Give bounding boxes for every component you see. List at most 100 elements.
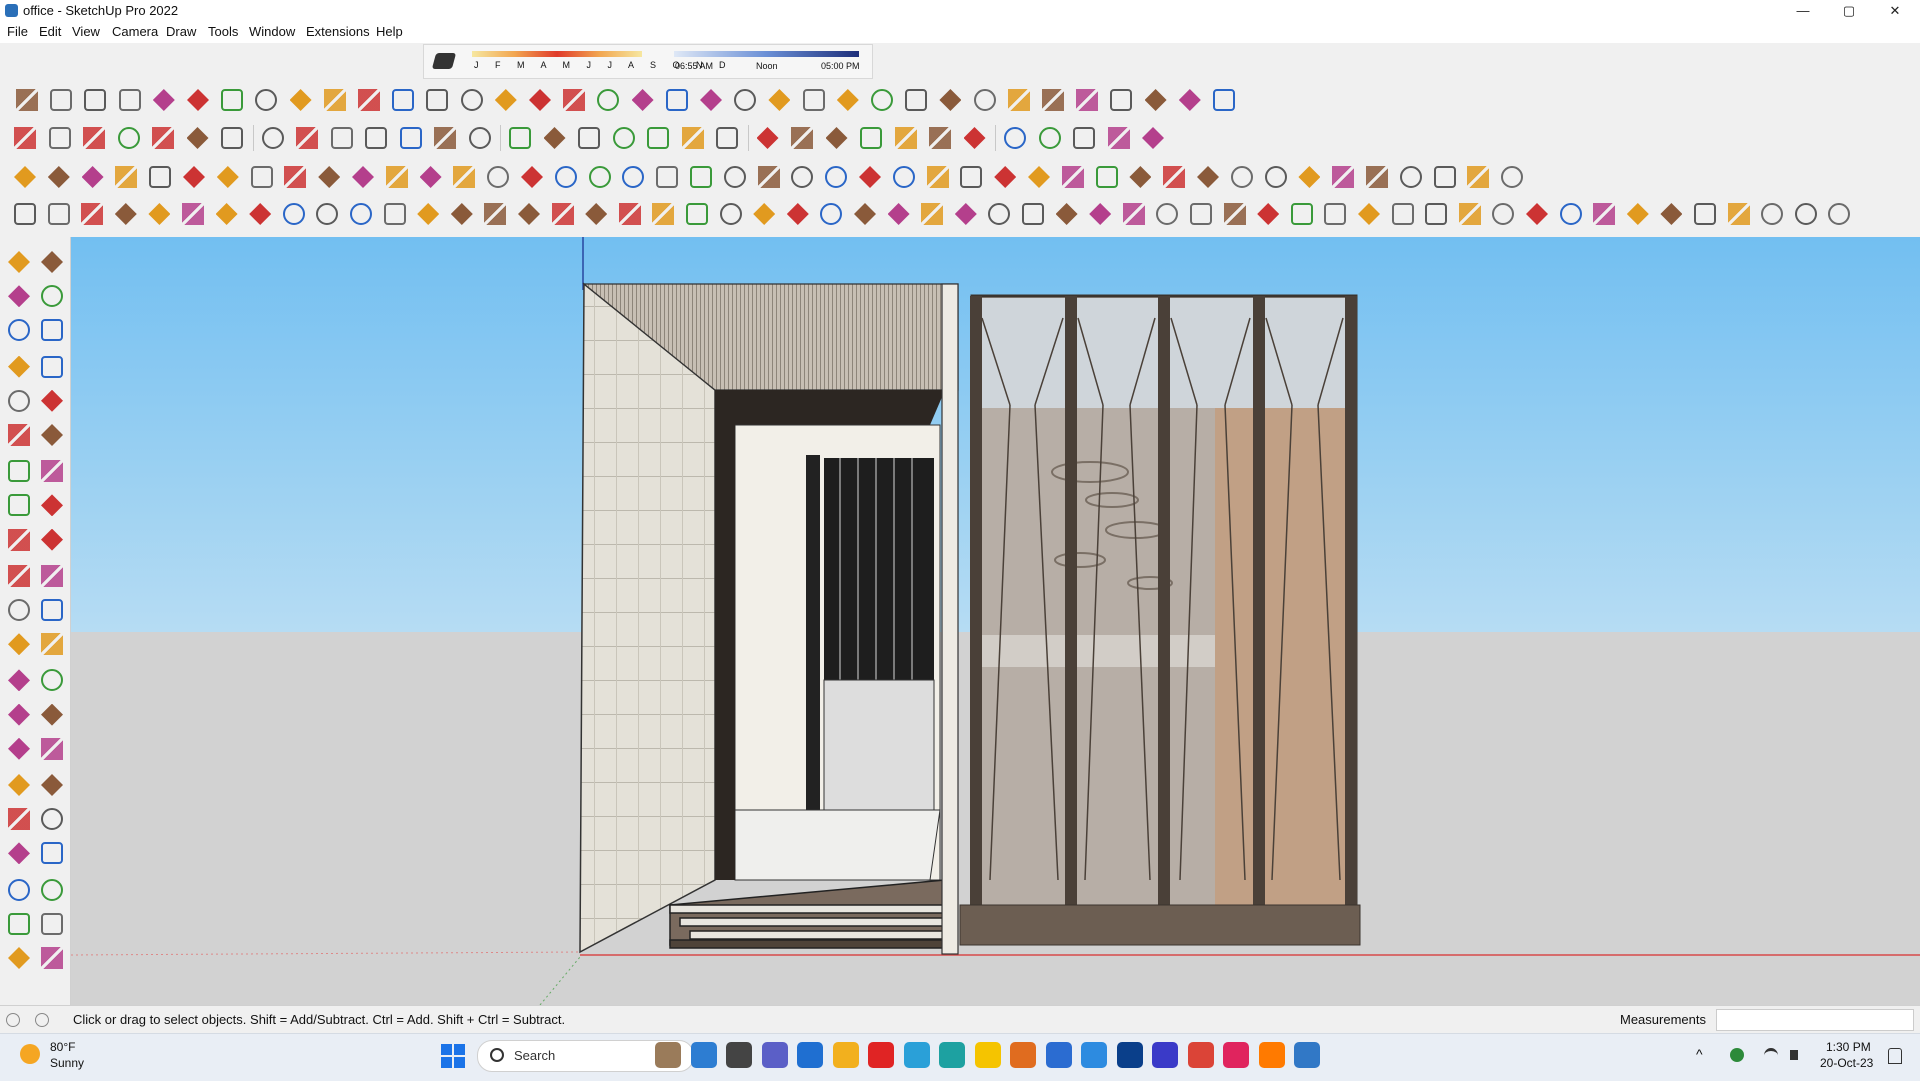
box-icon[interactable]	[1110, 89, 1133, 111]
cube2-icon[interactable]	[1458, 203, 1481, 225]
style-icon[interactable]	[756, 127, 779, 149]
front-view-icon[interactable]	[417, 203, 440, 225]
texture-icon[interactable]	[149, 166, 172, 188]
walk-icon[interactable]	[8, 842, 30, 865]
offset-icon[interactable]	[261, 127, 284, 149]
sofa-icon[interactable]	[1298, 166, 1321, 188]
photoshop-icon[interactable]	[1116, 1042, 1143, 1068]
text-icon[interactable]	[434, 127, 456, 149]
iso-view-icon[interactable]	[383, 203, 406, 225]
move-icon[interactable]	[8, 528, 30, 551]
menu-camera[interactable]: Camera	[112, 24, 158, 39]
push-pull-icon[interactable]	[41, 528, 63, 551]
security-icon[interactable]	[1730, 1048, 1744, 1062]
zoom-window-icon[interactable]	[41, 774, 63, 796]
time-slider[interactable]	[674, 51, 859, 57]
fog-icon[interactable]	[825, 127, 848, 149]
layer-icon[interactable]	[681, 127, 704, 149]
green-diamond-icon[interactable]	[652, 203, 675, 225]
tape-icon[interactable]	[8, 633, 30, 656]
grid3-icon[interactable]	[1694, 203, 1716, 225]
scale-icon[interactable]	[365, 127, 387, 149]
shed-icon[interactable]	[1213, 89, 1235, 111]
rotate-icon[interactable]	[8, 564, 30, 587]
three-point-arc-icon[interactable]	[41, 494, 63, 517]
panel-icon[interactable]	[854, 203, 876, 225]
pattern-icon[interactable]	[350, 203, 372, 225]
stack-icon[interactable]	[820, 203, 843, 225]
date-slider[interactable]	[472, 51, 642, 57]
menu-draw[interactable]: Draw	[166, 24, 196, 39]
loft-icon[interactable]	[631, 89, 654, 111]
curve-icon[interactable]	[221, 89, 244, 111]
red-cross-icon[interactable]	[1022, 203, 1044, 225]
ring-icon[interactable]	[1223, 203, 1246, 225]
door2-icon[interactable]	[318, 166, 341, 188]
lock-icon[interactable]	[1264, 166, 1287, 188]
circle-icon[interactable]	[8, 424, 30, 446]
axes-icon[interactable]	[8, 703, 30, 726]
pinterest-icon[interactable]	[1223, 1042, 1249, 1068]
browser-app-icon[interactable]	[655, 1042, 681, 1068]
vray-dome-icon[interactable]	[1004, 127, 1026, 149]
loop-icon[interactable]	[753, 203, 776, 225]
menu-tools[interactable]: Tools	[208, 24, 238, 39]
zoom-extents-icon[interactable]	[8, 808, 30, 831]
pie-icon[interactable]	[41, 460, 63, 483]
two-point-arc-icon[interactable]	[8, 494, 30, 517]
sandbox-icon[interactable]	[860, 127, 882, 149]
tape-icon[interactable]	[399, 127, 422, 149]
freehand-icon[interactable]	[16, 89, 38, 111]
box3d-icon[interactable]	[47, 166, 70, 188]
scissors-icon[interactable]	[118, 89, 141, 111]
app-check-icon[interactable]	[1045, 1042, 1072, 1068]
green-cross-icon[interactable]	[1055, 203, 1078, 225]
rotated-rectangle-icon[interactable]	[41, 389, 63, 412]
cone2-icon[interactable]	[994, 166, 1017, 188]
plane-icon[interactable]	[554, 166, 577, 188]
railing-icon[interactable]	[939, 89, 962, 111]
circle-icon[interactable]	[152, 89, 175, 111]
vray-frame-icon[interactable]	[1142, 127, 1164, 149]
telegram-icon[interactable]	[903, 1042, 930, 1068]
copy-icon[interactable]	[216, 166, 239, 188]
cube-select-icon[interactable]	[518, 203, 540, 225]
hidden-icon[interactable]	[484, 203, 507, 225]
sphere-icon[interactable]	[255, 89, 278, 111]
tree2-icon[interactable]	[1425, 203, 1448, 225]
terrain-icon[interactable]	[1007, 89, 1030, 111]
orbit2-icon[interactable]	[8, 737, 30, 760]
paint-bucket-icon[interactable]	[468, 127, 491, 149]
curve2-icon[interactable]	[954, 203, 977, 225]
wand-icon[interactable]	[723, 166, 746, 188]
grid-icon[interactable]	[563, 89, 586, 111]
dome-icon[interactable]	[215, 203, 238, 225]
fillet-icon[interactable]	[358, 89, 380, 111]
shapes-icon[interactable]	[419, 166, 442, 188]
wood-icon[interactable]	[887, 203, 910, 225]
polygon-icon[interactable]	[487, 166, 510, 188]
blue-cross-icon[interactable]	[1089, 203, 1112, 225]
bend-icon[interactable]	[665, 89, 688, 111]
dimension-icon[interactable]	[41, 633, 63, 656]
ribbon-icon[interactable]	[1042, 89, 1064, 111]
ellipse-icon[interactable]	[521, 166, 543, 188]
3d-text-icon[interactable]	[41, 703, 63, 726]
cube4-icon[interactable]	[1526, 203, 1548, 225]
vray-mesh-icon[interactable]	[1073, 127, 1095, 149]
soundcloud-icon[interactable]	[1258, 1042, 1285, 1068]
vray-sphere-icon[interactable]	[963, 127, 986, 149]
paint-icon[interactable]	[84, 89, 107, 111]
sketchup-app-icon[interactable]	[1081, 1042, 1107, 1068]
select-icon[interactable]	[48, 127, 71, 149]
polygon2-icon[interactable]	[656, 166, 679, 188]
sphere3-icon[interactable]	[249, 203, 272, 225]
section-plane-icon[interactable]	[8, 912, 30, 935]
move-icon[interactable]	[296, 127, 318, 149]
freehand-icon[interactable]	[41, 355, 63, 378]
sketchup-active-icon[interactable]	[1294, 1042, 1320, 1068]
terrain2-icon[interactable]	[1399, 166, 1422, 188]
chrome-icon[interactable]	[1187, 1042, 1214, 1068]
wifi-icon[interactable]	[1764, 1048, 1778, 1063]
previous-icon[interactable]	[41, 808, 63, 831]
